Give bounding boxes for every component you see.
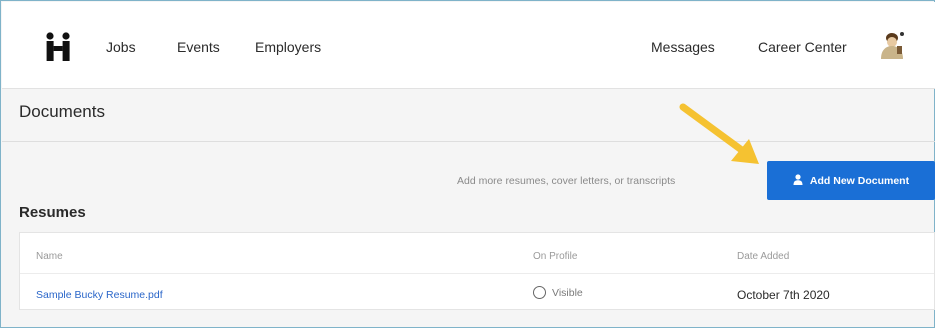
arrow-annotation-icon: [677, 101, 767, 171]
column-header-name: Name: [36, 251, 63, 262]
nav-link-career-center[interactable]: Career Center: [758, 39, 847, 55]
resumes-table: Name On Profile Date Added Sample Bucky …: [19, 232, 935, 310]
column-header-date-added: Date Added: [737, 251, 790, 262]
header-row-divider: [20, 273, 934, 274]
nav-link-messages[interactable]: Messages: [651, 39, 715, 55]
on-profile-label: Visible: [552, 286, 583, 299]
app-frame: Jobs Events Employers Messages Career Ce…: [0, 0, 935, 328]
page-title: Documents: [19, 102, 105, 121]
add-document-helper-text: Add more resumes, cover letters, or tran…: [457, 175, 676, 187]
section-divider: [2, 141, 935, 142]
nav-link-jobs[interactable]: Jobs: [106, 39, 136, 55]
resume-file-link[interactable]: Sample Bucky Resume.pdf: [36, 289, 163, 301]
resumes-section-title: Resumes: [19, 204, 86, 221]
upload-icon: [793, 173, 803, 188]
radio-unchecked-icon[interactable]: [533, 286, 546, 299]
add-new-document-label: Add New Document: [809, 174, 910, 187]
nav-link-events[interactable]: Events: [177, 39, 220, 55]
add-new-document-button[interactable]: Add New Document: [767, 161, 935, 200]
handshake-logo-icon[interactable]: [44, 32, 74, 62]
on-profile-toggle[interactable]: Visible: [533, 286, 583, 299]
nav-link-employers[interactable]: Employers: [255, 39, 321, 55]
column-header-on-profile: On Profile: [533, 251, 578, 262]
date-added-value: October 7th 2020: [737, 288, 830, 302]
user-avatar-icon[interactable]: [875, 29, 907, 61]
top-navigation: Jobs Events Employers Messages Career Ce…: [2, 2, 935, 89]
